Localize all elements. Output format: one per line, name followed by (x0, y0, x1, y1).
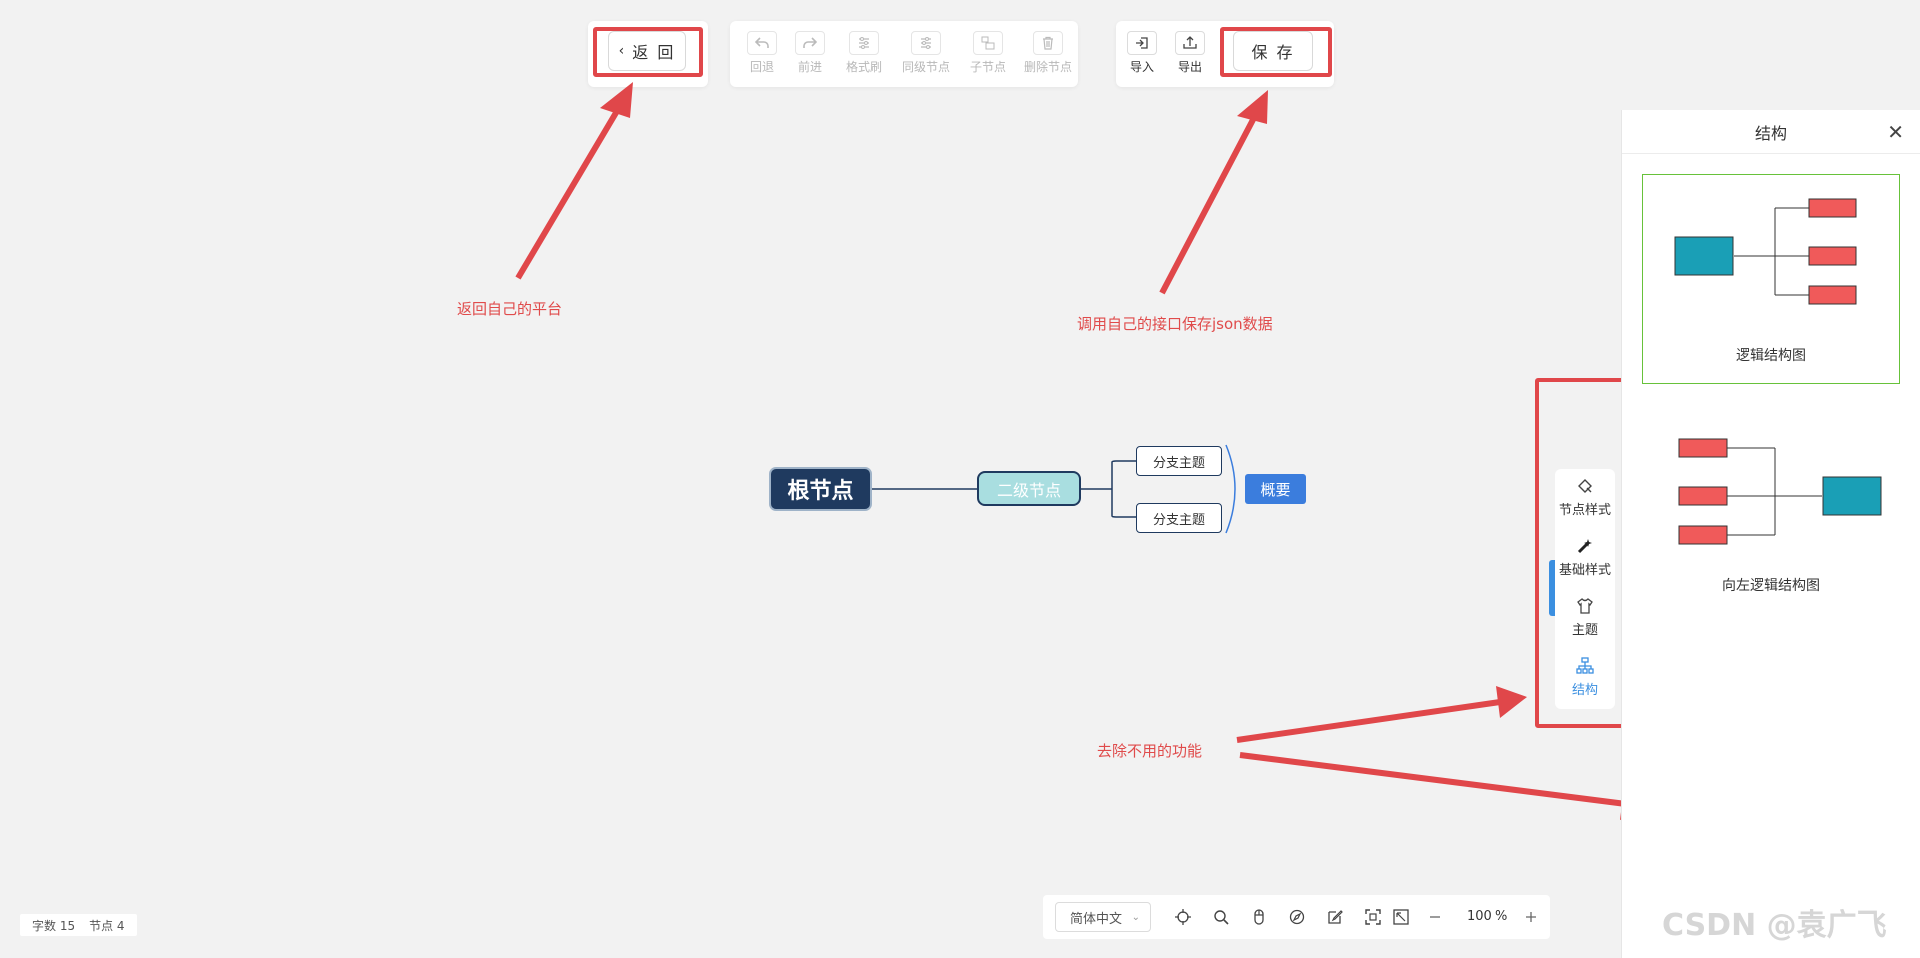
locate-icon[interactable] (1171, 905, 1195, 929)
panel-header: 结构 ✕ (1622, 110, 1920, 154)
zoom-in-icon[interactable] (1519, 905, 1543, 929)
layout-logical[interactable]: 逻辑结构图 (1642, 174, 1900, 384)
zoom-value: 100 (1467, 909, 1492, 924)
summary-node[interactable]: 概要 (1245, 474, 1306, 504)
fit-canvas-icon[interactable] (1361, 905, 1385, 929)
layout-left-logical[interactable]: 向左逻辑结构图 (1642, 402, 1900, 612)
navigator-bar: 简体中文 ⌄ 100 % (1043, 895, 1550, 939)
structure-icon (1576, 657, 1594, 679)
structure-panel: 结构 ✕ 逻辑结构图 向左逻辑结构图 (1621, 110, 1920, 958)
edit-icon[interactable] (1323, 905, 1347, 929)
tab-node-style[interactable]: 节点样式 (1555, 477, 1615, 518)
panel-title: 结构 (1754, 123, 1787, 143)
second-to-branch-lines (1081, 460, 1136, 518)
tab-base-style[interactable]: 基础样式 (1555, 537, 1615, 578)
node-count: 节点 4 (89, 918, 125, 933)
word-count: 字数 15 (32, 918, 76, 933)
summary-bracket (1225, 444, 1236, 534)
logical-structure-thumbnail (1674, 198, 1857, 305)
watermark: CSDN @袁广飞 (1662, 908, 1887, 943)
node-style-icon (1576, 477, 1594, 499)
second-level-node[interactable]: 二级节点 (977, 471, 1081, 506)
mouse-icon[interactable] (1247, 905, 1271, 929)
fullscreen-icon[interactable] (1389, 905, 1413, 929)
search-icon[interactable] (1209, 905, 1233, 929)
layout-logical-label: 逻辑结构图 (1736, 348, 1806, 364)
chevron-down-icon: ⌄ (1131, 911, 1140, 923)
close-icon[interactable]: ✕ (1887, 122, 1904, 142)
branch-node[interactable]: 分支主题 (1136, 446, 1222, 476)
root-node[interactable]: 根节点 (769, 467, 872, 511)
tab-theme[interactable]: 主题 (1555, 597, 1615, 638)
navigator-icon[interactable] (1285, 905, 1309, 929)
zoom-unit: % (1495, 909, 1508, 924)
zoom-out-icon[interactable] (1423, 905, 1447, 929)
left-logical-structure-thumbnail (1678, 438, 1882, 545)
base-style-icon (1576, 537, 1594, 559)
layout-left-logical-label: 向左逻辑结构图 (1722, 578, 1820, 594)
status-bar: 字数 15 节点 4 (20, 914, 137, 936)
theme-shirt-icon (1576, 597, 1594, 619)
tab-structure[interactable]: 结构 (1555, 657, 1615, 698)
branch-node[interactable]: 分支主题 (1136, 503, 1222, 533)
side-tabs: 节点样式 基础样式 主题 结构 (1555, 469, 1615, 709)
language-value: 简体中文 (1070, 911, 1123, 927)
language-select[interactable]: 简体中文 ⌄ (1055, 902, 1151, 932)
